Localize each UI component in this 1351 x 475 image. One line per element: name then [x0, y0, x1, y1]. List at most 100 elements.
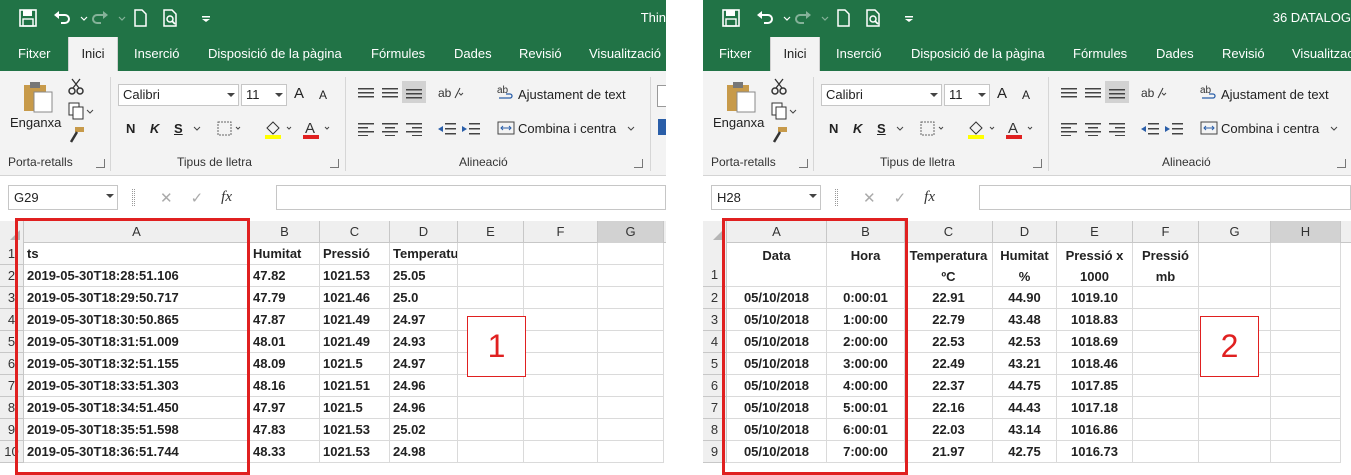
- cell-e2[interactable]: 1019.10: [1057, 287, 1133, 309]
- column-header-g[interactable]: G: [1199, 221, 1271, 243]
- merge-center-button[interactable]: Combina i centra: [1221, 121, 1319, 136]
- name-box[interactable]: G29: [8, 185, 118, 210]
- cell-a2[interactable]: 05/10/2018: [727, 287, 827, 309]
- cell-g8[interactable]: [1199, 419, 1271, 441]
- cell-d2[interactable]: 25.05: [390, 265, 458, 287]
- chevron-down-icon[interactable]: [192, 121, 202, 137]
- cell-c1[interactable]: Temperatura ºC: [905, 243, 993, 287]
- cell-f10[interactable]: [524, 441, 598, 463]
- row-header[interactable]: 5: [0, 331, 24, 353]
- orientation-icon[interactable]: ab: [436, 83, 466, 101]
- cell-c9[interactable]: 21.97: [905, 441, 993, 463]
- cell-g6[interactable]: [1199, 375, 1271, 397]
- row-header[interactable]: 7: [0, 375, 24, 397]
- cell-c6[interactable]: 1021.5: [320, 353, 390, 375]
- tab-dades[interactable]: Dades: [1156, 37, 1194, 71]
- cell-a8[interactable]: 2019-05-30T18:34:51.450: [24, 397, 250, 419]
- font-name-dropdown[interactable]: Calibri: [821, 84, 942, 106]
- chevron-down-icon[interactable]: [777, 8, 791, 28]
- copy-icon[interactable]: [769, 101, 799, 121]
- align-left-icon[interactable]: [356, 121, 376, 137]
- cell-f3[interactable]: [524, 287, 598, 309]
- tab-disposicio[interactable]: Disposició de la pàgina: [208, 37, 342, 71]
- redo-icon[interactable]: [793, 8, 813, 28]
- cell-e8[interactable]: 1016.86: [1057, 419, 1133, 441]
- format-painter-icon[interactable]: [769, 125, 789, 145]
- orientation-icon[interactable]: ab: [1139, 83, 1169, 101]
- cell-a3[interactable]: 05/10/2018: [727, 309, 827, 331]
- cell-d7[interactable]: 44.43: [993, 397, 1057, 419]
- italic-button[interactable]: K: [853, 121, 862, 136]
- cell-f3[interactable]: [1133, 309, 1199, 331]
- cell-a2[interactable]: 2019-05-30T18:28:51.106: [24, 265, 250, 287]
- decrease-indent-icon[interactable]: [436, 121, 458, 137]
- cell-b1[interactable]: Hora: [827, 243, 905, 287]
- cell-g7[interactable]: [598, 375, 664, 397]
- underline-button[interactable]: S: [877, 121, 886, 136]
- enter-icon[interactable]: ✓: [894, 189, 907, 207]
- chevron-down-icon[interactable]: [112, 8, 126, 28]
- align-center-icon[interactable]: [380, 121, 400, 137]
- cell-g1[interactable]: [598, 243, 664, 265]
- dialog-launcher-icon[interactable]: [634, 159, 643, 168]
- row-header[interactable]: 3: [0, 287, 24, 309]
- increase-indent-icon[interactable]: [1163, 121, 1185, 137]
- cell-b4[interactable]: 2:00:00: [827, 331, 905, 353]
- cell-f4[interactable]: [1133, 331, 1199, 353]
- cell-a7[interactable]: 05/10/2018: [727, 397, 827, 419]
- cell-d4[interactable]: 42.53: [993, 331, 1057, 353]
- cell-a8[interactable]: 05/10/2018: [727, 419, 827, 441]
- insert-function-icon[interactable]: fx: [221, 189, 232, 206]
- cell-b2[interactable]: 47.82: [250, 265, 320, 287]
- cell-e7[interactable]: [458, 375, 524, 397]
- tab-inici[interactable]: Inici: [68, 37, 118, 71]
- shrink-font-icon[interactable]: A: [1022, 88, 1030, 102]
- cell-f1[interactable]: [524, 243, 598, 265]
- cell-b7[interactable]: 48.16: [250, 375, 320, 397]
- align-bottom-icon[interactable]: [1105, 81, 1129, 103]
- dialog-launcher-icon[interactable]: [799, 159, 808, 168]
- cell-g2[interactable]: [1199, 287, 1271, 309]
- underline-button[interactable]: S: [174, 121, 183, 136]
- customize-toolbar-icon[interactable]: [899, 8, 913, 28]
- cell-e5[interactable]: 1018.46: [1057, 353, 1133, 375]
- row-header[interactable]: 1: [703, 243, 727, 287]
- cell-h8[interactable]: [1271, 419, 1341, 441]
- fill-color-icon[interactable]: [262, 117, 296, 141]
- formula-input[interactable]: [979, 185, 1351, 210]
- chevron-down-icon[interactable]: [74, 8, 88, 28]
- cell-d5[interactable]: 43.21: [993, 353, 1057, 375]
- cell-b8[interactable]: 6:00:01: [827, 419, 905, 441]
- cell-d7[interactable]: 24.96: [390, 375, 458, 397]
- cell-e2[interactable]: [458, 265, 524, 287]
- chevron-down-icon[interactable]: [895, 121, 905, 137]
- number-format-dropdown[interactable]: [657, 85, 666, 107]
- wrap-text-icon[interactable]: ab: [1199, 83, 1219, 103]
- cell-d1[interactable]: Humitat %: [993, 243, 1057, 287]
- cell-a1[interactable]: Data: [727, 243, 827, 287]
- cell-f2[interactable]: [524, 265, 598, 287]
- dialog-launcher-icon[interactable]: [96, 159, 105, 168]
- tab-fitxer[interactable]: Fitxer: [719, 37, 752, 71]
- cell-b6[interactable]: 48.09: [250, 353, 320, 375]
- cell-c1[interactable]: Pressió: [320, 243, 390, 265]
- cell-g5[interactable]: [598, 331, 664, 353]
- splitter-handle[interactable]: [132, 189, 135, 206]
- chevron-down-icon[interactable]: [815, 8, 829, 28]
- cut-icon[interactable]: [66, 77, 86, 97]
- cell-b9[interactable]: 7:00:00: [827, 441, 905, 463]
- cell-d6[interactable]: 24.97: [390, 353, 458, 375]
- cell-h3[interactable]: [1271, 309, 1341, 331]
- row-header[interactable]: 4: [0, 309, 24, 331]
- grow-font-icon[interactable]: A: [997, 85, 1007, 102]
- cell-e8[interactable]: [458, 397, 524, 419]
- cell-b9[interactable]: 47.83: [250, 419, 320, 441]
- cell-e1[interactable]: [458, 243, 524, 265]
- cell-e10[interactable]: [458, 441, 524, 463]
- tab-revisio[interactable]: Revisió: [1222, 37, 1265, 71]
- cell-e1[interactable]: Pressió x 1000: [1057, 243, 1133, 287]
- row-header[interactable]: 6: [0, 353, 24, 375]
- tab-disposicio[interactable]: Disposició de la pàgina: [911, 37, 1045, 71]
- grow-font-icon[interactable]: A: [294, 85, 304, 102]
- cell-h9[interactable]: [1271, 441, 1341, 463]
